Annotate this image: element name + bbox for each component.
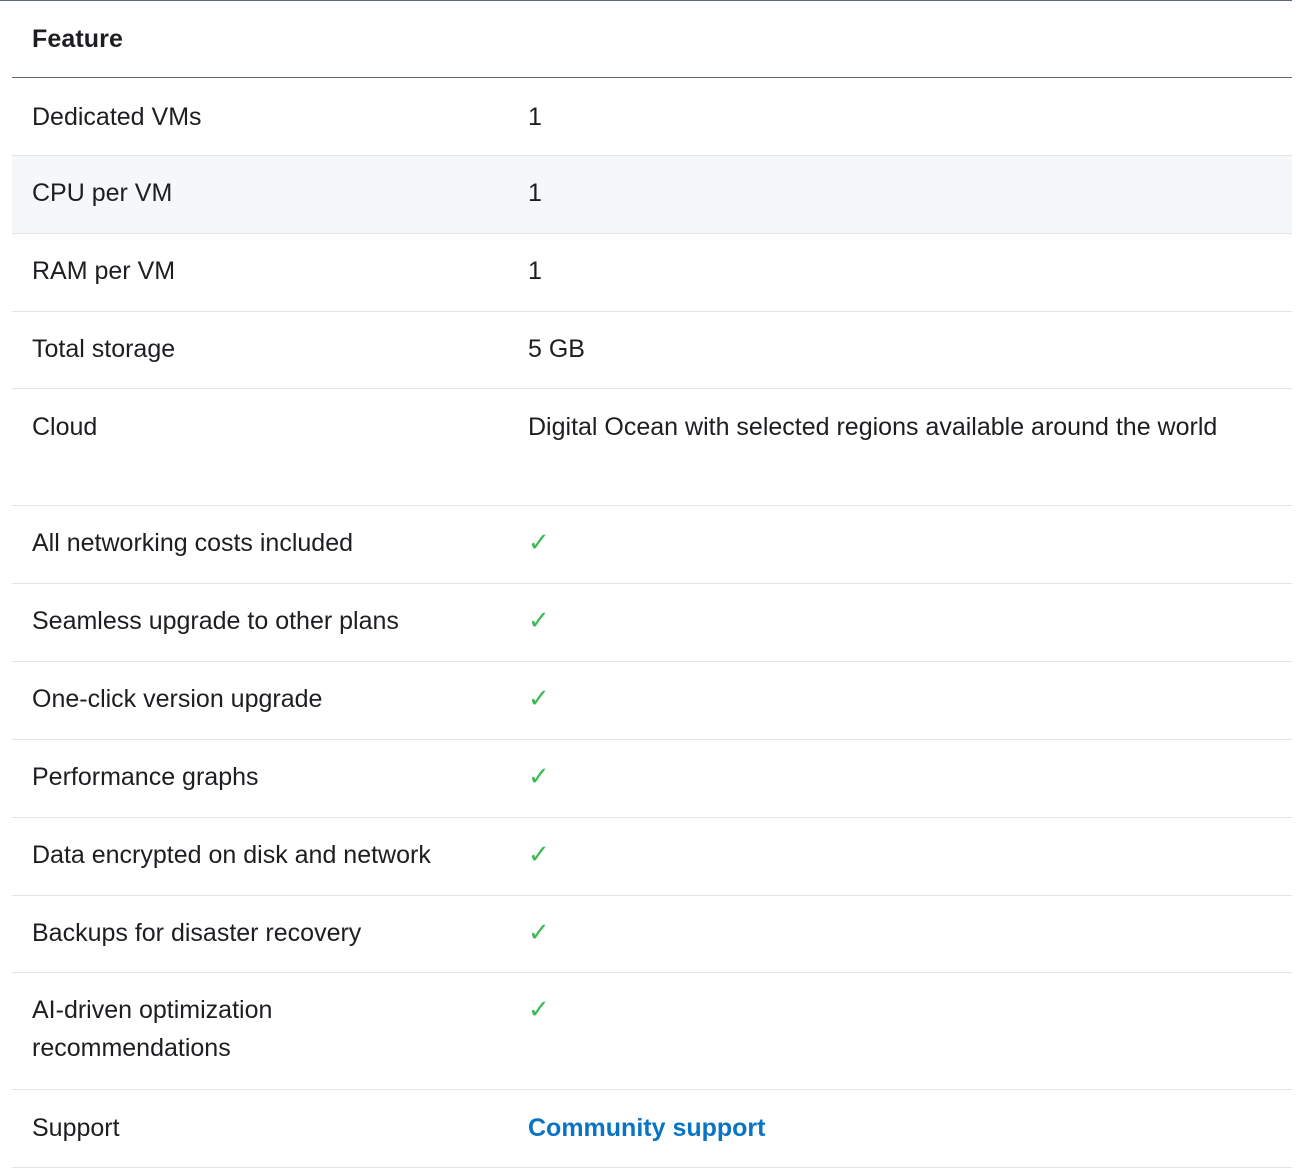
table-row: Backups for disaster recovery ✓ <box>12 896 1292 973</box>
checkmark-icon: ✓ <box>528 840 550 870</box>
feature-name: Total storage <box>32 335 176 363</box>
feature-name: Backups for disaster recovery <box>32 919 362 947</box>
table-row: CPU per VM 1 <box>12 156 1292 234</box>
table-row: All networking costs included ✓ <box>12 506 1292 584</box>
feature-value: 1 <box>528 103 542 131</box>
feature-name: All networking costs included <box>32 529 353 557</box>
table-row: Data encrypted on disk and network ✓ <box>12 818 1292 896</box>
feature-value: 1 <box>528 179 542 207</box>
feature-name: Cloud <box>32 413 98 441</box>
checkmark-icon: ✓ <box>528 762 550 792</box>
feature-value: 5 GB <box>528 335 585 363</box>
table-row: Performance graphs ✓ <box>12 740 1292 818</box>
table-row: RAM per VM 1 <box>12 234 1292 312</box>
feature-name: CPU per VM <box>32 179 173 207</box>
feature-name: Support <box>32 1114 120 1142</box>
feature-name: Seamless upgrade to other plans <box>32 607 399 635</box>
feature-name: Performance graphs <box>32 763 259 791</box>
feature-name: RAM per VM <box>32 257 176 285</box>
table-row: Dedicated VMs 1 <box>12 78 1292 156</box>
table-row: Cloud Digital Ocean with selected region… <box>12 389 1292 506</box>
checkmark-icon: ✓ <box>528 918 550 948</box>
table-row: Seamless upgrade to other plans ✓ <box>12 584 1292 662</box>
table-header: Feature <box>12 1 1292 78</box>
table-row: Support Community support <box>12 1090 1292 1168</box>
table-row: AI-driven optimization recommendations ✓ <box>12 973 1292 1090</box>
feature-name: Data encrypted on disk and network <box>32 841 431 869</box>
checkmark-icon: ✓ <box>528 995 550 1025</box>
table-row: Total storage 5 GB <box>12 312 1292 389</box>
feature-name: AI-driven optimization recommendations <box>32 996 273 1062</box>
community-support-link[interactable]: Community support <box>528 1114 766 1142</box>
feature-table: Feature Dedicated VMs 1 CPU per VM 1 RAM… <box>0 0 1292 1168</box>
checkmark-icon: ✓ <box>528 606 550 636</box>
table-row: One-click version upgrade ✓ <box>12 662 1292 740</box>
feature-column-header: Feature <box>32 24 124 53</box>
feature-value: Digital Ocean with selected regions avai… <box>528 413 1218 441</box>
feature-value: 1 <box>528 257 542 285</box>
feature-name: Dedicated VMs <box>32 103 202 131</box>
checkmark-icon: ✓ <box>528 528 550 558</box>
feature-name: One-click version upgrade <box>32 685 323 713</box>
checkmark-icon: ✓ <box>528 684 550 714</box>
